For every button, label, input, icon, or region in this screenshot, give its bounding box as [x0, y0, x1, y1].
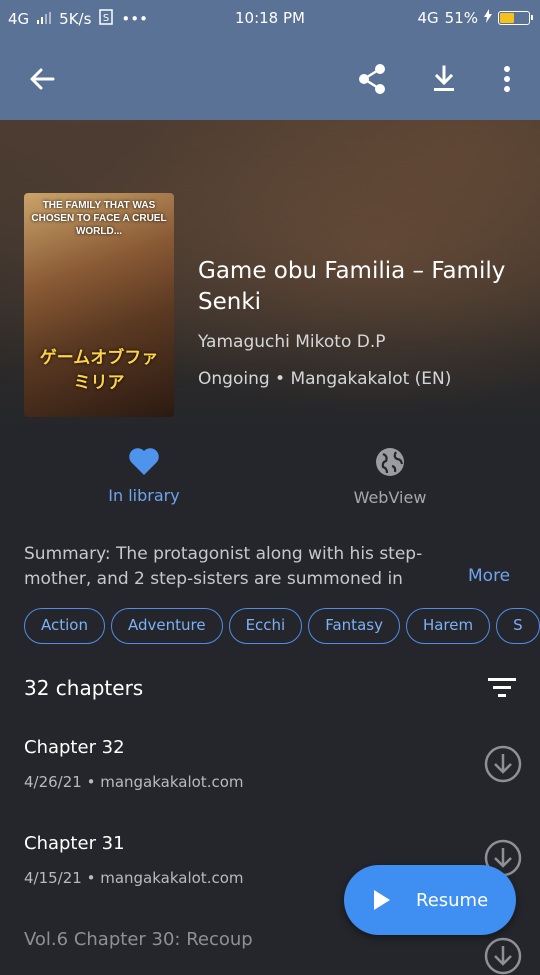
- resume-button[interactable]: Resume: [344, 865, 516, 935]
- cover-tagline: THE FAMILY THAT WAS CHOSEN TO FACE A CRU…: [31, 200, 167, 237]
- chapter-name: Chapter 31: [24, 833, 125, 854]
- manga-status-source: Ongoing • Mangakakalot (EN): [198, 369, 452, 389]
- status-bar: 4G 5K/s S ••• 10:18 PM 4G 51%: [0, 0, 540, 38]
- genre-chip[interactable]: Action: [24, 608, 105, 644]
- genre-chip[interactable]: Fantasy: [308, 608, 400, 644]
- in-library-button[interactable]: In library: [44, 446, 244, 505]
- genre-chip[interactable]: Adventure: [110, 608, 223, 644]
- manga-cover[interactable]: THE FAMILY THAT WAS CHOSEN TO FACE A CRU…: [24, 193, 174, 417]
- chapter-meta: 4/15/21 • mangakakalot.com: [24, 869, 244, 887]
- genre-chip[interactable]: S: [496, 608, 540, 644]
- download-button[interactable]: [424, 59, 464, 99]
- battery-icon: [498, 11, 533, 25]
- download-circle-icon[interactable]: [484, 745, 522, 783]
- share-button[interactable]: [352, 59, 392, 99]
- summary-text: Summary: The protagonist along with his …: [24, 544, 423, 589]
- back-arrow-icon: [30, 68, 55, 90]
- app-bar: [0, 38, 540, 120]
- in-library-label: In library: [108, 486, 180, 505]
- filter-icon: [488, 678, 516, 697]
- resume-label: Resume: [416, 889, 489, 911]
- battery-percent: 51%: [444, 9, 478, 27]
- network-indicator-right: 4G: [417, 9, 439, 27]
- webview-label: WebView: [353, 488, 427, 507]
- download-icon: [434, 65, 454, 91]
- genre-chip[interactable]: Harem: [405, 608, 491, 644]
- filter-sort-button[interactable]: [488, 676, 516, 700]
- play-icon: [374, 890, 390, 910]
- summary-more-button[interactable]: More: [468, 566, 510, 586]
- download-circle-icon[interactable]: [484, 937, 522, 975]
- chapter-meta: 4/26/21 • mangakakalot.com: [24, 773, 244, 791]
- share-icon: [359, 64, 385, 94]
- webview-button[interactable]: WebView: [290, 446, 490, 507]
- manga-author[interactable]: Yamaguchi Mikoto D.P: [198, 332, 386, 352]
- manga-title: Game obu Familia – Family Senki: [198, 258, 506, 315]
- chapter-count: 32 chapters: [24, 676, 144, 700]
- chapter-name: Vol.6 Chapter 30: Recoup: [24, 929, 253, 950]
- more-vertical-icon: [504, 66, 510, 92]
- charging-icon: [484, 9, 492, 27]
- overflow-menu-button[interactable]: [487, 59, 527, 99]
- cover-logo: ゲームオブファミリア: [39, 348, 159, 393]
- chapter-name: Chapter 32: [24, 737, 125, 758]
- back-button[interactable]: [22, 59, 62, 99]
- genre-chips: Action Adventure Ecchi Fantasy Harem S: [24, 608, 540, 646]
- globe-icon: [376, 448, 404, 476]
- genre-chip[interactable]: Ecchi: [228, 608, 303, 644]
- heart-icon: [129, 448, 159, 475]
